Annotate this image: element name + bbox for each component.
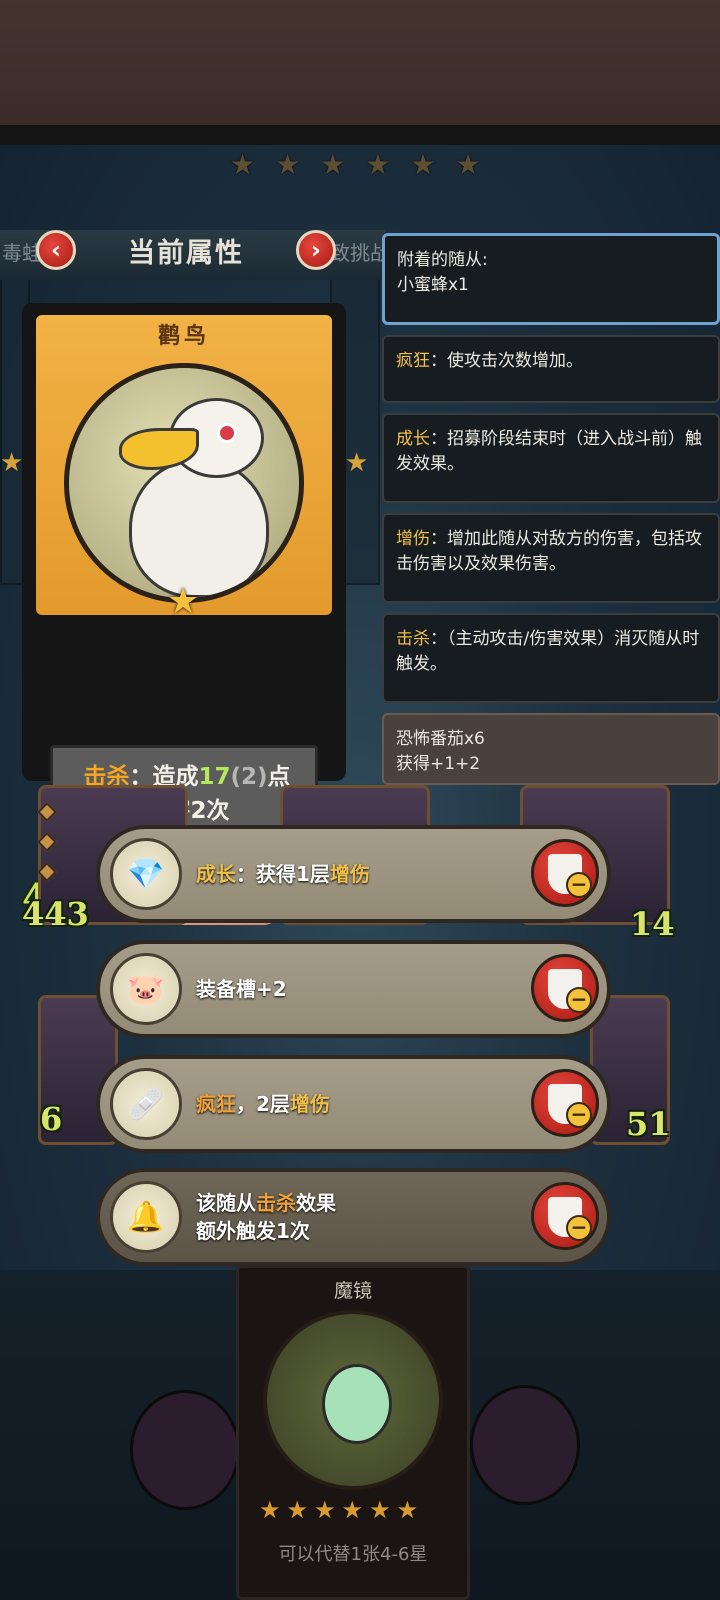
monitor-bezel — [0, 125, 720, 145]
minus-icon: − — [566, 1215, 592, 1241]
damage-up-text: ：增加此随从对敌方的伤害，包括攻击伤害以及效果伤害。 — [396, 529, 702, 574]
rarity-stars: ★ ★ ★ ★ ★ ★ — [259, 1496, 418, 1524]
info-frenzy: 疯狂：使攻击次数增加。 — [382, 335, 720, 403]
equip-text: ，2层 — [236, 1092, 290, 1116]
star-icon: ★ — [396, 1496, 419, 1524]
stork-portrait — [64, 363, 304, 603]
tomato-line2: 获得+1+2 — [396, 754, 481, 774]
equip-text: ：获得1层 — [236, 862, 330, 886]
bell-icon: 🔔 — [110, 1181, 182, 1253]
attached-title: 附着的随从: — [397, 250, 488, 270]
star-icon: ★ — [167, 581, 200, 622]
hero-card[interactable]: 鹳鸟 ★ 击杀：造成17(2)点 伤害2次 443 野兽 474 — [22, 303, 346, 925]
cauldron-left — [130, 1390, 240, 1510]
chevron-left-icon: ‹ — [51, 236, 61, 264]
info-tomato: 恐怖番茄x6 获得+1+2 — [382, 713, 720, 785]
equip-row-growth[interactable]: 💎 成长：获得1层增伤 − — [96, 825, 611, 923]
star-icon: ★ — [0, 448, 24, 478]
star-icon: ★ — [369, 1496, 391, 1524]
star-icon: ★ — [341, 1496, 364, 1524]
unit-attack: 443 — [22, 895, 89, 933]
rarity-stars: ★ ★ ★ ★ ★ ★ — [230, 151, 481, 179]
mirror-face — [322, 1364, 392, 1444]
unit-attack: 6 — [40, 1100, 63, 1138]
star-icon: ★ — [259, 1496, 281, 1524]
equip-text: 装备槽+2 — [196, 977, 287, 1001]
frenzy-text: ：使攻击次数增加。 — [430, 351, 583, 371]
white-bandage-icon: 🩹 — [110, 1068, 182, 1140]
growth-text: ：招募阶段结束时（进入战斗前）触发效果。 — [396, 429, 702, 474]
equip-text: 该随从 — [196, 1191, 256, 1215]
mirror-portrait — [263, 1310, 443, 1490]
equip-text-line2: 额外触发1次 — [196, 1219, 310, 1243]
info-attached-minion[interactable]: 附着的随从: 小蜜蜂x1 — [382, 233, 720, 325]
info-kill: 击杀：（主动攻击/伤害效果）消灭随从时触发。 — [382, 613, 720, 703]
remove-button[interactable]: − — [531, 954, 599, 1022]
minus-icon: − — [566, 872, 592, 898]
equip-text: 效果 — [296, 1191, 336, 1215]
card-name: 魔镜 — [333, 1280, 372, 1302]
prev-button[interactable]: ‹ — [36, 230, 76, 270]
green-crystal-icon: 💎 — [110, 838, 182, 910]
star-icon: ★ — [275, 148, 301, 181]
star-icon: ★ — [455, 148, 481, 181]
remove-button[interactable]: − — [531, 839, 599, 907]
equip-row-slots[interactable]: 🐷 装备槽+2 − — [96, 940, 611, 1038]
keyword-kill: 击杀 — [256, 1191, 296, 1215]
tomato-line1: 恐怖番茄x6 — [396, 729, 485, 749]
game-screen: ★ ★ ★ ★ ★ ★ ★ ★ 毒蛙 致挑战 ‹ 当前属性 › 鹳鸟 ★ 击杀：… — [0, 145, 720, 1600]
card-description: 可以代替1张4-6星 — [278, 1544, 428, 1565]
star-icon: ★ — [320, 148, 346, 181]
chevron-right-icon: › — [311, 236, 321, 264]
keyword-growth: 成长 — [396, 429, 430, 449]
star-icon: ★ — [286, 1496, 309, 1524]
kill-text: ：（主动攻击/伤害效果）消灭随从时触发。 — [396, 629, 700, 674]
info-growth: 成长：招募阶段结束时（进入战斗前）触发效果。 — [382, 413, 720, 503]
equip-row-kill[interactable]: 🔔 该随从击杀效果 额外触发1次 − — [96, 1168, 611, 1266]
cauldron-right — [470, 1385, 580, 1505]
damage-value: 17 — [198, 764, 231, 790]
stork-eye — [217, 423, 237, 443]
star-icon: ★ — [314, 1496, 336, 1524]
keyword-damage-up: 增伤 — [289, 1092, 330, 1116]
pink-pig-icon: 🐷 — [110, 953, 182, 1025]
remove-button[interactable]: − — [531, 1182, 599, 1250]
keyword-damage-up: 增伤 — [396, 529, 430, 549]
minus-icon: − — [566, 987, 592, 1013]
header-next-name: 致挑战 — [330, 241, 390, 265]
equip-row-frenzy[interactable]: 🩹 疯狂，2层增伤 − — [96, 1055, 611, 1153]
star-icon: ★ — [410, 148, 436, 181]
stork-body — [129, 458, 269, 598]
info-damage-up: 增伤：增加此随从对敌方的伤害，包括攻击伤害以及效果伤害。 — [382, 513, 720, 603]
minus-icon: − — [566, 1102, 592, 1128]
damage-bonus: (2) — [230, 764, 268, 790]
star-icon: ★ — [345, 448, 369, 478]
remove-button[interactable]: − — [531, 1069, 599, 1137]
unit-health: 14 — [630, 905, 675, 943]
magic-mirror-card[interactable]: 魔镜 ★ ★ ★ ★ ★ ★ 可以代替1张4-6星 — [236, 1265, 470, 1600]
keyword-kill: 击杀 — [396, 629, 430, 649]
keyword-growth: 成长 — [196, 862, 236, 886]
star-icon: ★ — [365, 148, 391, 181]
card-name: 鹳鸟 — [157, 324, 210, 349]
unit-health: 51 — [626, 1105, 671, 1143]
star-icon: ★ — [230, 148, 256, 181]
page-title: 当前属性 — [128, 238, 244, 269]
keyword-damage-up: 增伤 — [329, 862, 370, 886]
keyword-frenzy: 疯狂 — [196, 1092, 236, 1116]
next-button[interactable]: › — [296, 230, 336, 270]
attached-value: 小蜜蜂x1 — [397, 275, 469, 295]
room-background — [0, 0, 720, 125]
keyword-frenzy: 疯狂 — [396, 351, 430, 371]
